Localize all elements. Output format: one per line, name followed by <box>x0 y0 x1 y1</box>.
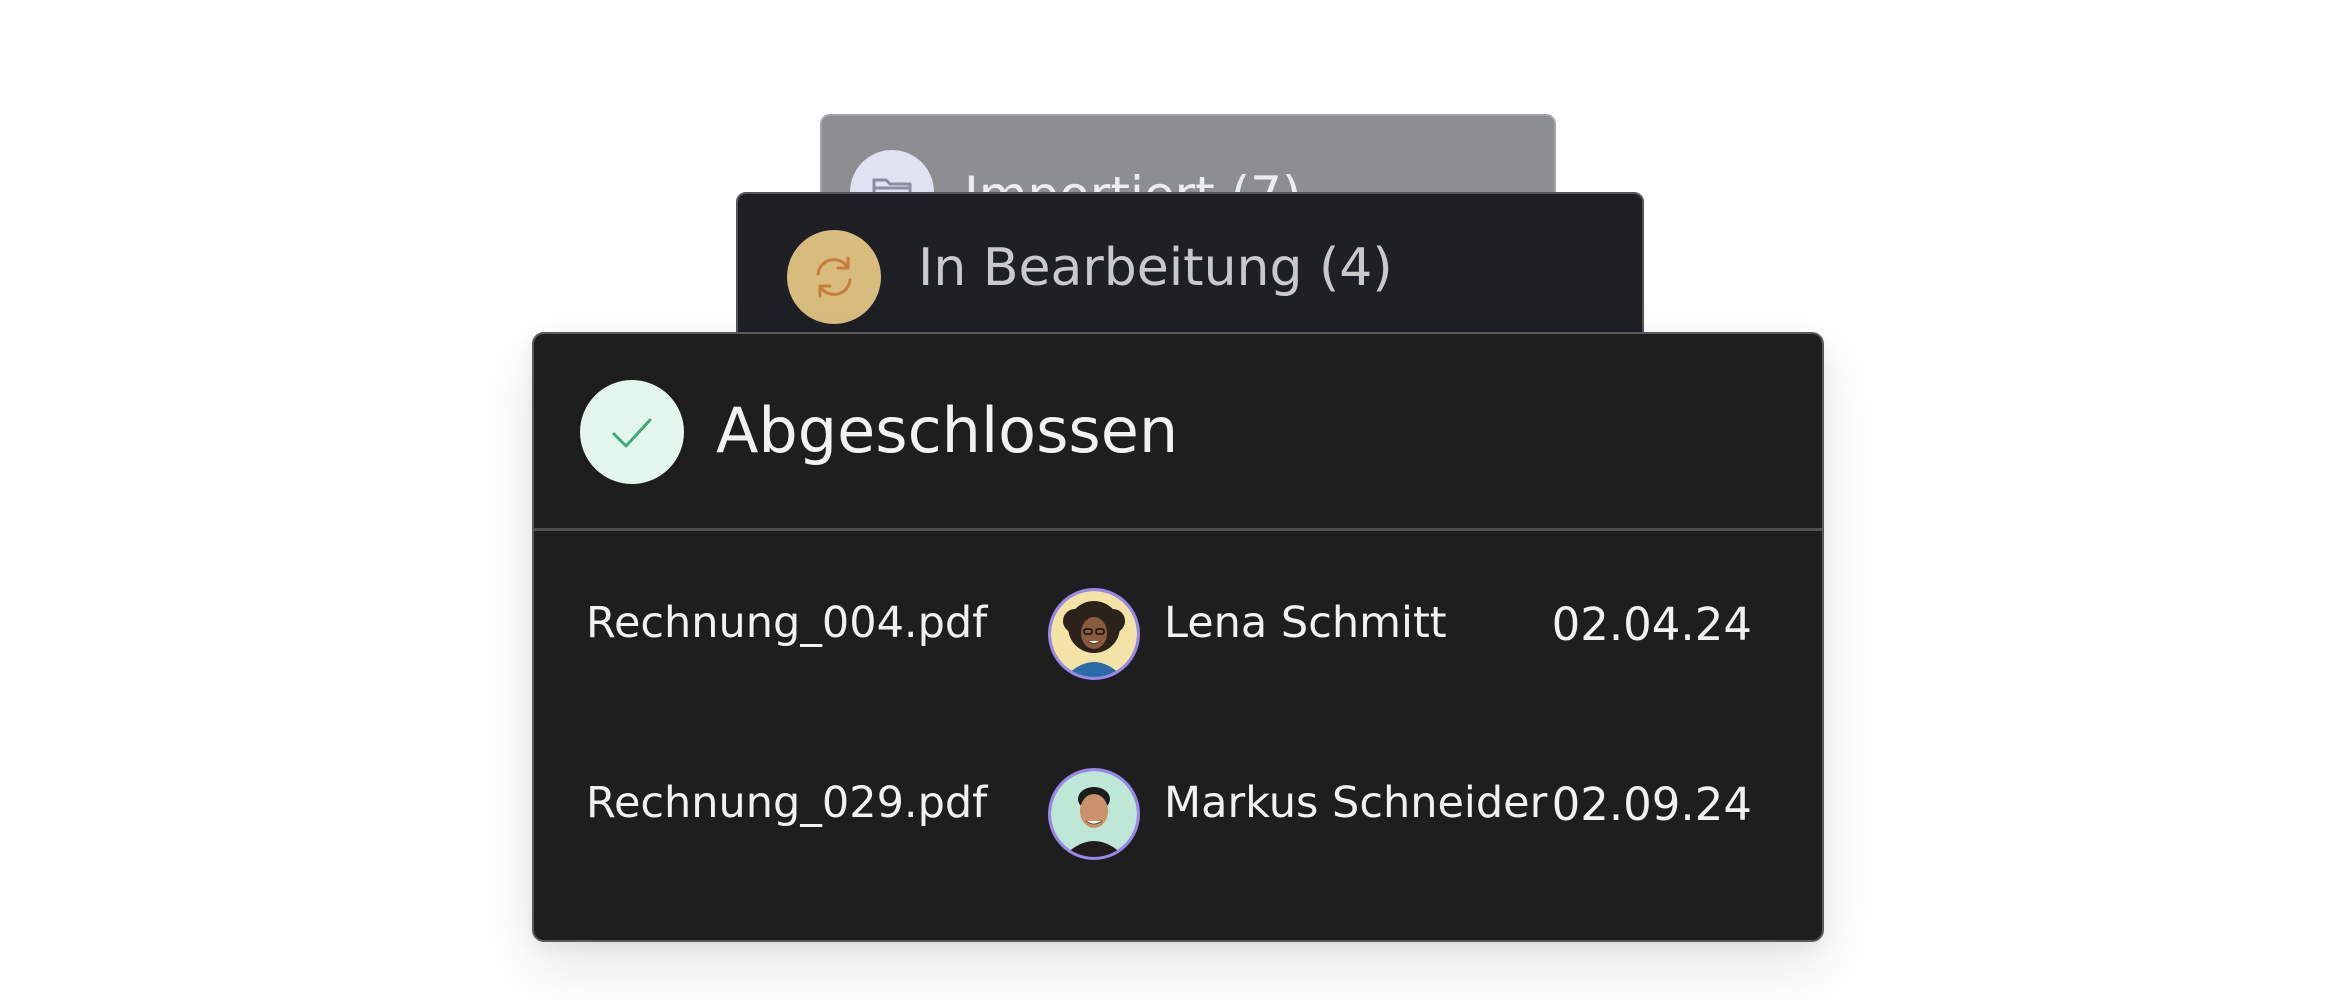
completed-list: Rechnung_004.pdf Lena Schmitt 02.04.24 R… <box>534 531 1822 891</box>
date: 02.09.24 <box>1551 778 1752 831</box>
processing-card[interactable]: In Bearbeitung (4) <box>736 192 1644 342</box>
done-card: Abgeschlossen Rechnung_004.pdf Lena Schm… <box>532 332 1824 942</box>
avatar <box>1048 768 1140 860</box>
check-icon <box>580 380 684 484</box>
file-name[interactable]: Rechnung_029.pdf <box>586 778 987 828</box>
person-name: Markus Schneider <box>1164 778 1548 828</box>
list-item[interactable]: Rechnung_004.pdf Lena Schmitt 02.04.24 <box>534 531 1822 711</box>
avatar <box>1048 588 1140 680</box>
done-title: Abgeschlossen <box>716 394 1179 467</box>
status-stack: Importiert (7) In Bearbeitung (4) Abgesc… <box>0 0 2352 1000</box>
person-name: Lena Schmitt <box>1164 598 1447 648</box>
refresh-icon <box>787 230 881 324</box>
file-name[interactable]: Rechnung_004.pdf <box>586 598 987 648</box>
list-item[interactable]: Rechnung_029.pdf Markus Schneider 02.09.… <box>534 711 1822 891</box>
avatar-lena-icon <box>1051 591 1137 677</box>
date: 02.04.24 <box>1551 598 1752 651</box>
avatar-markus-icon <box>1051 771 1137 857</box>
processing-title: In Bearbeitung (4) <box>918 238 1393 298</box>
done-card-header: Abgeschlossen <box>534 334 1822 531</box>
